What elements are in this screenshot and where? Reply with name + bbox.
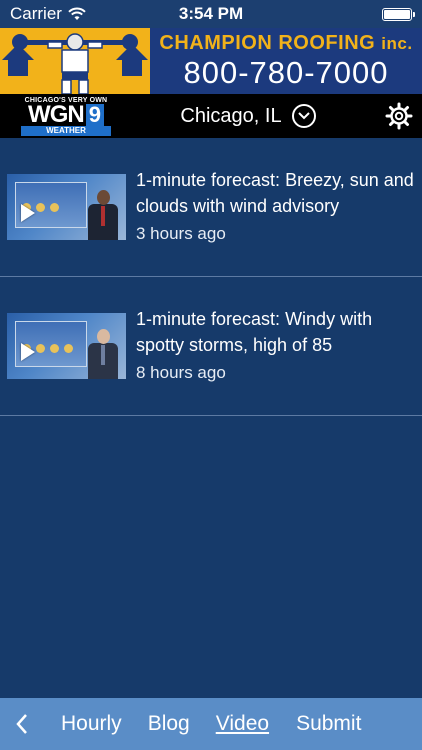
ad-company: CHAMPION ROOFING inc. (159, 32, 412, 55)
video-thumbnail (7, 174, 126, 240)
ad-banner[interactable]: CHAMPION ROOFING inc. 800-780-7000 (0, 28, 422, 94)
app-header: CHICAGO'S VERY OWN WGN 9 WEATHER Chicago… (0, 94, 422, 138)
video-item[interactable]: 1-minute forecast: Windy with spotty sto… (0, 277, 422, 416)
chevron-down-icon (291, 104, 316, 128)
back-chevron-icon[interactable] (12, 709, 32, 739)
location-selector[interactable]: Chicago, IL (180, 104, 316, 128)
bottom-nav: Hourly Blog Video Submit (0, 698, 422, 750)
wgn-weather-logo: CHICAGO'S VERY OWN WGN 9 WEATHER (20, 95, 112, 137)
battery-icon (382, 7, 415, 21)
presenter-graphic (88, 188, 118, 240)
video-text: 1-minute forecast: Windy with spotty sto… (136, 306, 422, 386)
wifi-icon (68, 7, 86, 20)
nav-blog[interactable]: Blog (148, 712, 190, 736)
presenter-graphic (88, 327, 118, 379)
ad-mascot-image (0, 28, 150, 94)
logo-nine: 9 (85, 103, 104, 126)
logo-main: WGN 9 (28, 100, 104, 128)
battery-fill (384, 9, 410, 19)
logo-wgn: WGN (28, 100, 85, 128)
location-label: Chicago, IL (180, 104, 282, 127)
carrier-label: Carrier (10, 4, 62, 23)
video-item[interactable]: 1-minute forecast: Breezy, sun and cloud… (0, 138, 422, 277)
ad-phone: 800-780-7000 (183, 54, 389, 90)
nav-hourly[interactable]: Hourly (61, 712, 122, 736)
video-title: 1-minute forecast: Windy with spotty sto… (136, 309, 373, 355)
video-title: 1-minute forecast: Breezy, sun and cloud… (136, 170, 414, 216)
ad-company-name: CHAMPION ROOFING (159, 31, 376, 54)
play-icon (21, 204, 35, 222)
nav-submit[interactable]: Submit (296, 712, 361, 736)
play-icon (21, 343, 35, 361)
video-text: 1-minute forecast: Breezy, sun and cloud… (136, 167, 422, 247)
ad-text-area: CHAMPION ROOFING inc. 800-780-7000 (150, 28, 422, 94)
status-bar: Carrier 3:54 PM (0, 0, 422, 28)
status-left: Carrier (10, 4, 86, 24)
ad-company-suffix: inc. (381, 33, 413, 53)
video-age: 8 hours ago (136, 363, 226, 382)
nav-video[interactable]: Video (216, 712, 269, 736)
gear-icon[interactable] (384, 101, 414, 131)
video-list: 1-minute forecast: Breezy, sun and cloud… (0, 138, 422, 416)
video-thumbnail (7, 313, 126, 379)
ad-mascot-graphic (0, 28, 150, 94)
video-age: 3 hours ago (136, 224, 226, 243)
logo-weather: WEATHER (21, 125, 111, 136)
